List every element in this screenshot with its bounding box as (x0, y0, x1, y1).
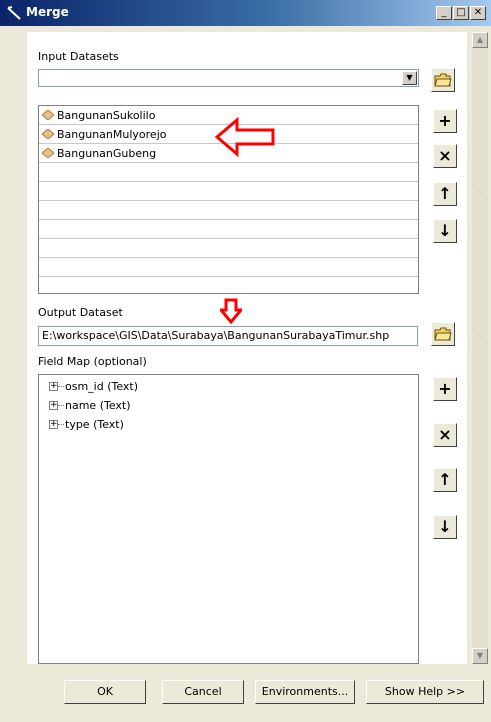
expand-icon[interactable]: + (49, 382, 58, 391)
environments-button[interactable]: Environments... (255, 680, 355, 704)
field-name: type (Text) (65, 418, 124, 431)
field-name: name (Text) (65, 399, 131, 412)
vertical-scrollbar[interactable]: ▲ ▼ (472, 32, 488, 664)
dataset-name: BangunanGubeng (57, 147, 157, 160)
expand-icon[interactable]: + (49, 401, 58, 410)
field-map-tree[interactable]: + osm_id (Text) + name (Text) + type (Te… (38, 374, 419, 664)
show-help-button[interactable]: Show Help >> (366, 680, 484, 704)
output-dataset-value: E:\workspace\GIS\Data\Surabaya\BangunanS… (42, 329, 390, 342)
remove-field-button[interactable]: × (433, 423, 457, 447)
polygon-feature-class-icon (42, 148, 54, 158)
parameters-panel: Input Datasets ▼ BangunanSukolilo Bangun… (27, 32, 467, 664)
dataset-name: BangunanSukolilo (57, 109, 156, 122)
tree-connector (58, 405, 64, 406)
chevron-down-icon[interactable]: ▼ (402, 71, 417, 85)
arrow-up-icon: ↑ (438, 184, 452, 203)
expand-icon[interactable]: + (49, 420, 58, 429)
arrow-down-icon: ↓ (438, 517, 452, 536)
arrow-up-icon: ↑ (438, 470, 452, 489)
remove-dataset-button[interactable]: × (433, 144, 457, 168)
field-name: osm_id (Text) (65, 380, 139, 393)
tree-item[interactable]: + name (Text) (39, 397, 418, 416)
plus-icon: + (438, 379, 452, 398)
dataset-name: BangunanMulyorejo (57, 128, 167, 141)
close-button[interactable]: ✕ (470, 6, 486, 20)
window-title: Merge (26, 5, 69, 19)
output-dataset-input[interactable]: E:\workspace\GIS\Data\Surabaya\BangunanS… (38, 326, 418, 346)
remove-icon: × (438, 425, 452, 444)
minimize-button[interactable]: _ (436, 6, 452, 20)
cancel-button[interactable]: Cancel (162, 680, 244, 704)
scroll-down-icon[interactable]: ▼ (472, 648, 488, 664)
empty-list-row (39, 258, 418, 277)
annotation-arrow-left-icon (215, 117, 275, 157)
move-up-button[interactable]: ↑ (433, 182, 457, 206)
maximize-icon: □ (456, 7, 466, 18)
empty-list-row (39, 277, 418, 293)
empty-list-row (39, 182, 418, 201)
merge-dialog: Merge _ □ ✕ Input Datasets ▼ BangunanSuk… (0, 0, 491, 722)
open-folder-icon (434, 73, 452, 87)
field-move-up-button[interactable]: ↑ (433, 468, 457, 492)
remove-icon: × (438, 146, 452, 165)
dialog-button-bar: OK Cancel Environments... Show Help >> (0, 668, 491, 722)
empty-list-row (39, 239, 418, 258)
empty-list-row (39, 163, 418, 182)
add-dataset-button[interactable]: + (433, 109, 457, 133)
arrow-down-icon: ↓ (438, 221, 452, 240)
browse-input-button[interactable] (431, 68, 455, 92)
empty-list-row (39, 220, 418, 239)
minimize-icon: _ (441, 7, 447, 18)
tree-item[interactable]: + type (Text) (39, 416, 418, 435)
maximize-button[interactable]: □ (453, 6, 469, 20)
title-bar[interactable]: Merge _ □ ✕ (0, 0, 491, 26)
open-folder-icon (434, 327, 452, 341)
merge-tool-icon (7, 6, 21, 20)
plus-icon: + (438, 111, 452, 130)
tree-connector (58, 424, 64, 425)
ok-button[interactable]: OK (64, 680, 146, 704)
input-datasets-combo[interactable]: ▼ (38, 69, 419, 87)
field-move-down-button[interactable]: ↓ (433, 515, 457, 539)
move-down-button[interactable]: ↓ (433, 219, 457, 243)
tree-connector (58, 386, 64, 387)
empty-list-row (39, 201, 418, 220)
scroll-up-icon[interactable]: ▲ (472, 32, 488, 48)
annotation-arrow-down-icon (220, 298, 242, 324)
output-dataset-label: Output Dataset (38, 306, 123, 319)
field-map-label: Field Map (optional) (38, 355, 147, 368)
input-datasets-label: Input Datasets (38, 50, 119, 63)
browse-output-button[interactable] (431, 322, 455, 346)
polygon-feature-class-icon (42, 110, 54, 120)
close-icon: ✕ (473, 7, 483, 18)
polygon-feature-class-icon (42, 129, 54, 139)
add-field-button[interactable]: + (433, 377, 457, 401)
tree-item[interactable]: + osm_id (Text) (39, 378, 418, 397)
